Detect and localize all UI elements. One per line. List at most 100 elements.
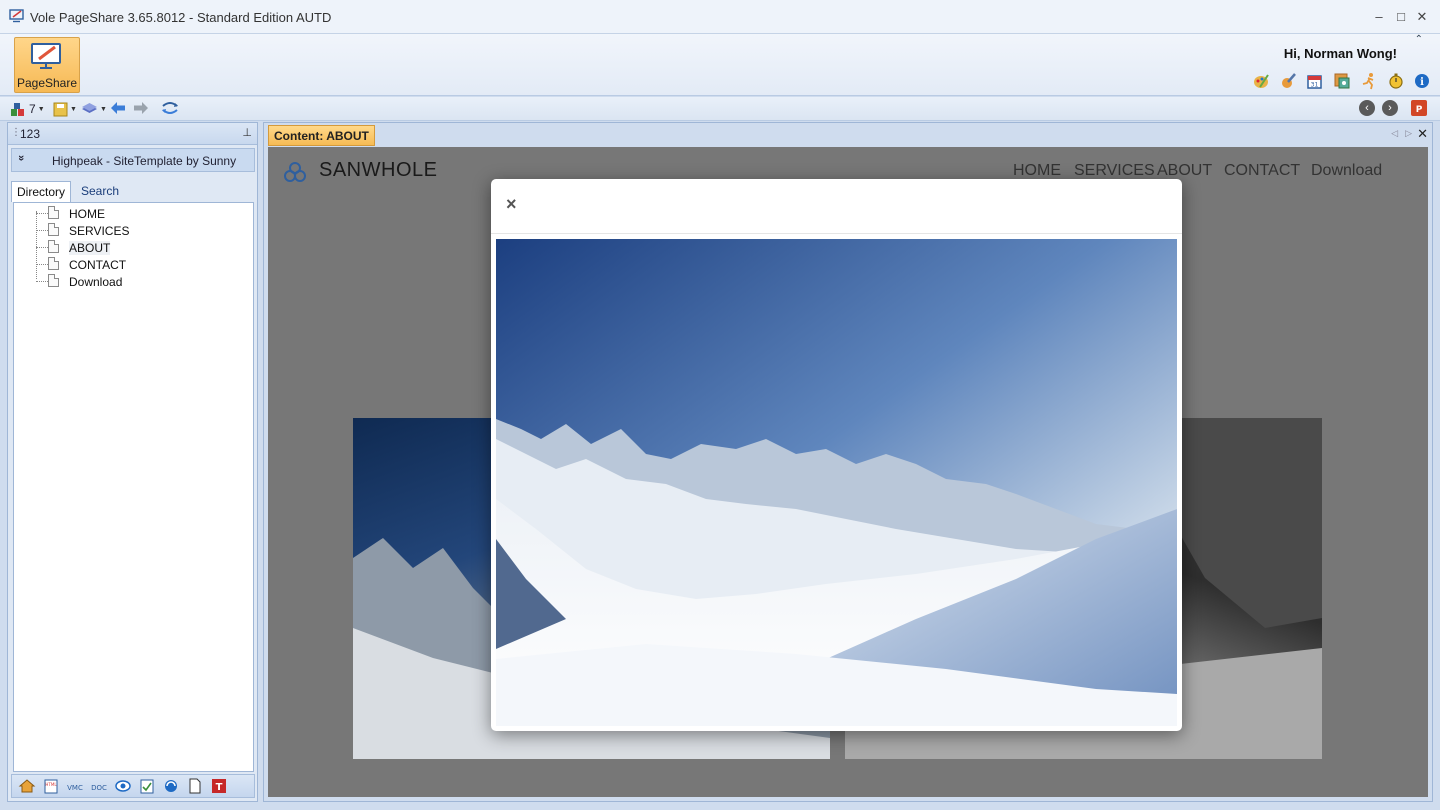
tree-branch	[36, 247, 48, 248]
refresh-icon[interactable]	[162, 778, 180, 794]
tree-item-label: CONTACT	[69, 258, 127, 272]
svg-text:DOC: DOC	[91, 784, 107, 792]
brush-icon[interactable]	[1279, 72, 1297, 90]
save-icon	[53, 102, 68, 116]
svg-text:HTML: HTML	[45, 782, 57, 787]
scroll-tabs-left-icon[interactable]: ◁	[1391, 128, 1398, 139]
svg-text:T: T	[216, 782, 223, 793]
pageshare-label: PageShare	[16, 76, 78, 90]
document-icon	[48, 223, 59, 236]
doc-icon[interactable]: DOC	[90, 778, 108, 794]
close-tab-button[interactable]: ✕	[1417, 126, 1428, 142]
collapse-ribbon-button[interactable]: ⌃	[1415, 34, 1423, 45]
eye-icon[interactable]	[114, 778, 132, 794]
brand-logo-icon	[284, 162, 306, 182]
toolbar: 7 ▼ ▼ ▼ ‹ › P	[0, 97, 1440, 121]
svg-text:31: 31	[1311, 82, 1319, 89]
tree-item-label: Download	[69, 275, 123, 289]
tree-item-label: HOME	[69, 207, 105, 221]
tab-prefix: Content:	[274, 129, 327, 143]
site-selector[interactable]: » Highpeak - SiteTemplate by Sunny	[11, 148, 255, 172]
calendar-icon[interactable]: 31	[1306, 72, 1324, 90]
document-icon	[48, 206, 59, 219]
maximize-button[interactable]: □	[1394, 9, 1408, 24]
pin-icon[interactable]: ⊥	[242, 126, 252, 139]
scroll-tabs-right-icon[interactable]: ▷	[1405, 128, 1412, 139]
layers-dropdown-button[interactable]: ▼	[81, 100, 107, 118]
tab-value: ABOUT	[326, 129, 369, 143]
modal-divider	[491, 233, 1182, 234]
directory-tree: HOME SERVICES ABOUT CONTACT Download	[13, 202, 254, 772]
tab-directory[interactable]: Directory	[11, 181, 72, 202]
ribbon-icon-group: 31 i	[1243, 72, 1432, 90]
tree-item-services[interactable]: SERVICES	[14, 222, 253, 239]
tree-item-download[interactable]: Download	[14, 273, 253, 290]
vmc-icon[interactable]: VMC	[66, 778, 84, 794]
user-greeting: Hi, Norman Wong!	[1283, 46, 1397, 61]
app-icon	[9, 9, 24, 23]
nav-home[interactable]: HOME	[1013, 162, 1061, 180]
document-icon	[48, 274, 59, 287]
minimize-button[interactable]: –	[1372, 9, 1386, 24]
stacked-blocks-icon	[11, 102, 24, 116]
tree-item-contact[interactable]: CONTACT	[14, 256, 253, 273]
tab-content-about[interactable]: Content: ABOUT	[268, 125, 375, 146]
nav-services[interactable]: SERVICES	[1074, 162, 1155, 180]
run-icon[interactable]	[1360, 72, 1378, 90]
nav-download[interactable]: Download	[1311, 162, 1382, 180]
chevron-down-icon: ▼	[37, 105, 45, 113]
tree-item-label: SERVICES	[69, 224, 130, 238]
nav-about[interactable]: ABOUT	[1157, 162, 1212, 180]
next-button[interactable]: ›	[1382, 100, 1398, 116]
image-lightbox-modal: ×	[491, 179, 1182, 731]
window-title: Vole PageShare 3.65.8012 - Standard Edit…	[30, 10, 332, 25]
pageshare-button[interactable]: PageShare	[14, 37, 80, 93]
chevron-down-icon: ▼	[70, 105, 77, 113]
stopwatch-icon[interactable]	[1387, 72, 1405, 90]
tab-search[interactable]: Search	[76, 181, 124, 201]
settings-panel-icon[interactable]	[1333, 72, 1351, 90]
tree-item-about[interactable]: ABOUT	[14, 239, 253, 256]
snowy-mountain-photo	[496, 239, 1177, 726]
checklist-icon[interactable]	[138, 778, 156, 794]
chevron-down-icon: ▼	[100, 105, 107, 113]
svg-text:P: P	[1416, 105, 1423, 115]
ribbon: PageShare ⌃ Hi, Norman Wong! 31 i	[0, 34, 1440, 96]
tree-branch	[36, 264, 48, 265]
previous-button[interactable]: ‹	[1359, 100, 1375, 116]
document-icon	[48, 257, 59, 270]
text-tool-icon[interactable]: T	[210, 778, 228, 794]
blank-page-icon[interactable]	[186, 778, 204, 794]
tree-branch	[36, 230, 48, 231]
info-icon[interactable]: i	[1414, 72, 1432, 90]
close-modal-button[interactable]: ×	[506, 194, 517, 215]
pages-count-button[interactable]: 7 ▼	[10, 100, 45, 118]
home-icon[interactable]	[18, 778, 36, 794]
title-bar: Vole PageShare 3.65.8012 - Standard Edit…	[0, 0, 1440, 34]
lightbox-image	[496, 239, 1177, 726]
html-file-icon[interactable]: HTML	[42, 778, 60, 794]
close-window-button[interactable]: ✕	[1415, 9, 1429, 25]
paint-palette-icon[interactable]	[1252, 72, 1270, 90]
tree-item-label: ABOUT	[69, 241, 111, 255]
panel-bottom-toolbar: HTML VMC DOC T	[11, 774, 255, 798]
tree-branch	[36, 213, 48, 214]
panel-header: ⋮ 123 ⊥	[8, 123, 257, 145]
sync-icon[interactable]	[161, 101, 179, 115]
tree-item-home[interactable]: HOME	[14, 205, 253, 222]
nav-contact[interactable]: CONTACT	[1224, 162, 1300, 180]
site-brand[interactable]: SANWHOLE	[319, 159, 437, 182]
save-dropdown-button[interactable]: ▼	[53, 100, 77, 118]
arrow-left-icon[interactable]	[110, 101, 126, 115]
expand-chevron-icon[interactable]: »	[15, 155, 27, 161]
powerpoint-icon[interactable]: P	[1410, 99, 1428, 117]
layers-icon	[82, 103, 97, 113]
site-name: Highpeak - SiteTemplate by Sunny	[52, 154, 237, 168]
svg-text:i: i	[1420, 77, 1424, 88]
arrow-right-icon[interactable]	[133, 101, 149, 115]
left-panel: ⋮ 123 ⊥ » Highpeak - SiteTemplate by Sun…	[7, 122, 258, 802]
pages-count: 7	[29, 102, 36, 116]
svg-text:VMC: VMC	[67, 784, 83, 792]
tree-branch	[36, 281, 48, 282]
monitor-pen-icon	[31, 43, 61, 69]
